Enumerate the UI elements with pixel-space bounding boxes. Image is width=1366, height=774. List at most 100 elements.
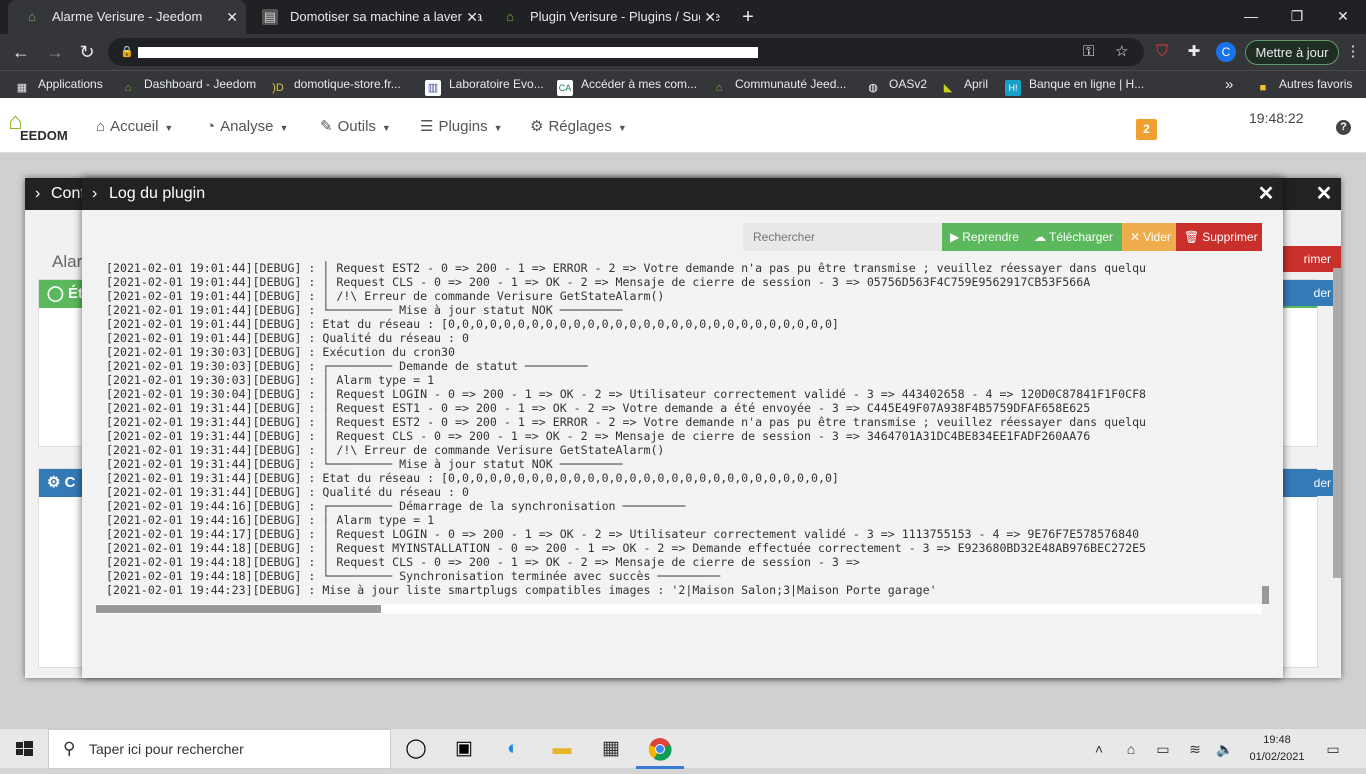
shield-extension-icon[interactable]: ⛉ — [1152, 42, 1172, 62]
menu-kebab-icon[interactable]: ⋮ — [1343, 42, 1363, 62]
menu-reglages[interactable]: ⚙ Réglages ▼ — [530, 98, 627, 153]
bookmarks-overflow-chevron[interactable]: » — [1225, 71, 1233, 98]
resume-button[interactable]: ▶ Reprendre — [942, 223, 1026, 251]
help-icon[interactable]: ? — [1336, 120, 1351, 135]
task-view-icon[interactable]: ▣ — [440, 729, 488, 769]
tab-plugin-verisure[interactable]: ⌂ Plugin Verisure - Plugins / Sugge ✕ — [486, 0, 724, 34]
close-icon[interactable]: ✕ — [226, 0, 238, 34]
caret-down-icon: ▼ — [493, 123, 503, 133]
menu-outils[interactable]: ✎ Outils ▼ — [320, 98, 391, 153]
bookmark-dashboard-jeedom[interactable]: ⌂ Dashboard - Jeedom — [120, 71, 256, 98]
windows-logo-icon — [16, 741, 33, 756]
log-line: [2021-02-01 19:44:18][DEBUG] : │ Request… — [106, 541, 1147, 555]
forward-icon[interactable]: → — [40, 34, 70, 70]
close-icon[interactable]: ✕ — [1314, 178, 1334, 210]
close-icon[interactable]: ✕ — [700, 0, 716, 34]
battery-icon[interactable]: ▭ — [1152, 729, 1174, 769]
home-icon: ⌂ — [96, 118, 106, 135]
log-line: [2021-02-01 19:01:44][DEBUG] : └────────… — [106, 303, 623, 317]
cloud-download-icon: ☁ — [1034, 230, 1046, 244]
taskbar-search-box[interactable]: ⚲ Taper ici pour rechercher — [48, 729, 391, 769]
hello-bank-icon: H! — [1005, 80, 1021, 96]
save-button-2[interactable]: der — [1279, 470, 1341, 496]
bookmark-laboratoire[interactable]: ▥ Laboratoire Evo... — [425, 71, 544, 98]
play-icon: ▶ — [950, 230, 960, 244]
taskbar-clock[interactable]: 19:48 01/02/2021 — [1240, 732, 1314, 766]
menu-plugins[interactable]: ☰ Plugins ▼ — [420, 98, 503, 153]
log-line: [2021-02-01 19:44:18][DEBUG] : └────────… — [106, 569, 721, 583]
wifi-icon[interactable]: ≋ — [1184, 729, 1206, 769]
back-icon[interactable]: ← — [6, 34, 36, 70]
bookmark-april[interactable]: ◣ April — [940, 71, 988, 98]
bank-icon: CA — [557, 80, 573, 96]
key-icon[interactable]: ⚿ — [1083, 38, 1094, 66]
lab-icon: ▥ — [425, 80, 441, 96]
profile-avatar[interactable]: C — [1216, 42, 1236, 62]
jeedom-logo[interactable]: ⌂ EEDOM — [6, 110, 78, 144]
clear-button[interactable]: ✕ Vider — [1122, 223, 1176, 251]
jeedom-icon: ⌂ — [28, 9, 36, 24]
bookmark-communaute[interactable]: ⌂ Communauté Jeed... — [711, 71, 847, 98]
tray-chevron-up-icon[interactable]: ˄ — [1088, 729, 1110, 769]
update-button[interactable]: Mettre à jour — [1245, 40, 1339, 65]
vertical-scrollbar-thumb[interactable] — [1262, 586, 1269, 604]
bookmark-autres-favoris[interactable]: ■ Autres favoris — [1255, 71, 1353, 98]
log-line: [2021-02-01 19:44:18][DEBUG] : │ Request… — [106, 555, 860, 569]
delete-button[interactable]: rimer — [1279, 246, 1341, 272]
restore-icon[interactable]: ❐ — [1274, 0, 1320, 34]
store-bag-icon[interactable]: ▦ — [587, 729, 635, 769]
bookmark-oasv2[interactable]: ◍ OASv2 — [865, 71, 927, 98]
windows-start-button[interactable] — [0, 729, 48, 769]
close-icon[interactable]: ✕ — [462, 0, 478, 34]
search-input[interactable] — [743, 223, 942, 251]
close-icon[interactable]: ✕ — [1256, 178, 1276, 210]
save-button[interactable]: der — [1279, 280, 1341, 306]
folder-icon: ■ — [1259, 82, 1267, 94]
log-line: [2021-02-01 19:31:44][DEBUG] : │ /!\ Err… — [106, 443, 665, 457]
delete-button[interactable]: 🗑 Supprimer — [1176, 223, 1262, 251]
log-output[interactable]: [2021-02-01 19:01:44][DEBUG] : │ Request… — [96, 260, 1270, 626]
menu-analyse[interactable]: ◔ Analyse ▼ — [206, 98, 288, 153]
log-modal: › Log du plugin ✕ ▶Reprendre ☁Télécharge… — [82, 178, 1283, 678]
edge-browser-icon[interactable]: ◐ — [489, 729, 537, 769]
log-line: [2021-02-01 19:01:44][DEBUG] : Etat du r… — [106, 317, 839, 331]
wrench-icon: ✎ — [320, 118, 333, 135]
page-scrollbar[interactable] — [1333, 268, 1341, 578]
horizontal-scrollbar-thumb[interactable] — [96, 605, 381, 613]
bookmark-acceder-comptes[interactable]: CA Accéder à mes com... — [557, 71, 697, 98]
tab-alarme-verisure[interactable]: ⌂ Alarme Verisure - Jeedom ✕ — [8, 0, 246, 34]
chevron-right-icon: › — [92, 185, 98, 202]
bookmark-domotique-store[interactable]: )D domotique-store.fr... — [270, 71, 401, 98]
extensions-puzzle-icon[interactable]: ✚ — [1184, 42, 1204, 62]
log-line: [2021-02-01 19:01:44][DEBUG] : │ /!\ Err… — [106, 289, 665, 303]
download-button[interactable]: ☁ Télécharger — [1026, 223, 1122, 251]
log-line: [2021-02-01 19:30:03][DEBUG] : ┌────────… — [106, 359, 588, 373]
tab-title: Plugin Verisure - Plugins / Sugge — [530, 9, 721, 24]
tab-domotiser[interactable]: ▤ Domotiser sa machine a laver via ✕ — [246, 0, 486, 34]
gauge-icon: ◔ — [206, 118, 216, 135]
page-icon: ▤ — [262, 9, 278, 25]
windows-taskbar: ⚲ Taper ici pour rechercher ◯ ▣ ◐ ▬ ▦ ˄ … — [0, 728, 1366, 769]
window-close-icon[interactable]: ✕ — [1320, 0, 1366, 34]
usb-device-icon[interactable]: ⌂ — [1120, 729, 1142, 769]
volume-icon[interactable]: 🔈 — [1214, 729, 1236, 769]
minimize-icon[interactable]: — — [1228, 0, 1274, 34]
caret-down-icon: ▼ — [381, 123, 391, 133]
log-line: [2021-02-01 19:30:04][DEBUG] : │ Request… — [106, 387, 1147, 401]
cortana-icon[interactable]: ◯ — [392, 729, 440, 769]
menu-accueil[interactable]: ⌂ Accueil ▼ — [96, 98, 173, 153]
lock-icon: 🔒 — [120, 46, 134, 58]
bookmark-applications[interactable]: ▦ Applications — [14, 71, 103, 98]
notification-badge[interactable]: 2 — [1136, 119, 1157, 140]
jeedom-icon: ⌂ — [506, 9, 514, 24]
notifications-icon[interactable]: ▭ — [1322, 729, 1344, 769]
log-line: [2021-02-01 19:31:44][DEBUG] : │ Request… — [106, 429, 1091, 443]
reload-icon[interactable]: ↻ — [72, 34, 102, 70]
chrome-logo-icon — [648, 737, 672, 761]
file-explorer-icon[interactable]: ▬ — [538, 729, 586, 769]
new-tab-button[interactable]: + — [738, 0, 758, 34]
address-bar[interactable]: 🔒 ⚿ ☆ — [108, 38, 1144, 66]
bookmark-banque[interactable]: H! Banque en ligne | H... — [1005, 71, 1144, 98]
chrome-icon[interactable] — [636, 729, 684, 769]
star-icon[interactable]: ☆ — [1115, 38, 1128, 66]
